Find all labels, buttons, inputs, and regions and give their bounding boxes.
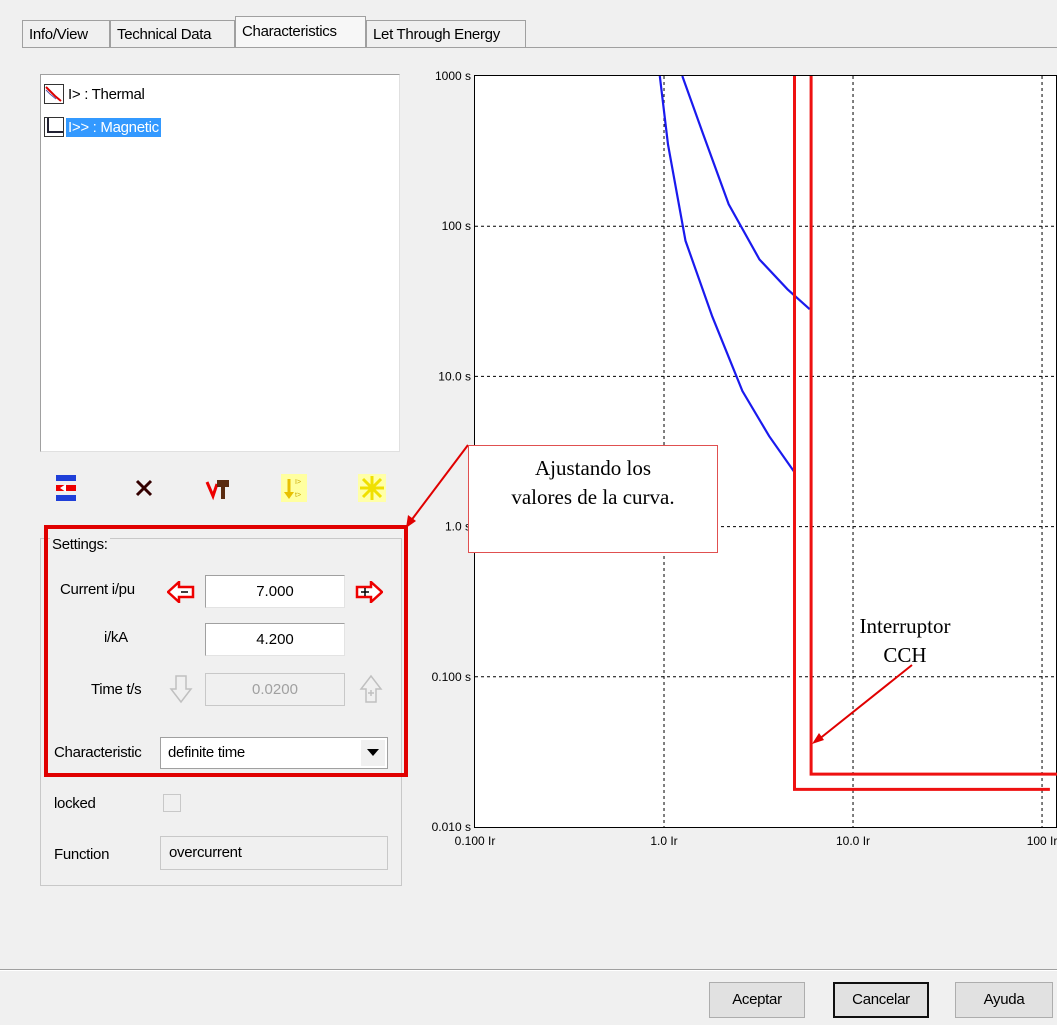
x-tick-label: 1.0 Ir [650,834,677,848]
new-button[interactable] [354,470,390,506]
locked-label: locked [54,795,96,812]
magnetic-curve-icon [44,117,64,137]
tree-item-label: I>> : Magnetic [66,117,161,137]
help-button[interactable]: Ayuda [955,982,1053,1018]
svg-text:I>: I> [295,479,301,486]
tab-panel-border [22,47,1057,48]
tripping-button[interactable]: I> t> [276,470,312,506]
tree-item-magnetic[interactable]: I>> : Magnetic [44,116,161,138]
delete-icon [135,479,153,497]
svg-text:t>: t> [295,492,301,499]
new-icon [358,474,386,502]
x-tick-label: 10.0 Ir [836,834,870,848]
delete-button[interactable] [126,470,162,506]
tree-item-label: I> : Thermal [68,85,145,103]
locked-checkbox[interactable] [163,794,181,812]
breaker-label-line: CCH [883,643,927,667]
tab-info-view[interactable]: Info/View [22,20,110,47]
y-axis-ticks: 1000 s100 s10.0 s1.0 s0.100 s0.010 s [432,69,471,834]
callout-line: Ajustando los [534,456,652,480]
tab-technical-data[interactable]: Technical Data [110,20,235,47]
breaker-label: Interruptor CCH [840,612,970,670]
callout-line: valores de la curva. [511,485,675,509]
insert-stage-button[interactable] [48,470,84,506]
callout-adjusting-values: Ajustando los valores de la curva. [468,445,718,553]
y-tick-label: 0.010 s [432,820,471,834]
accept-button[interactable]: Aceptar [709,982,805,1018]
characteristics-tree[interactable]: I> : Thermal I>> : Magnetic [40,74,400,452]
separator [0,970,1057,971]
tab-characteristics[interactable]: Characteristics [235,16,366,48]
y-tick-label: 0.100 s [432,670,471,684]
tab-let-through-energy[interactable]: Let Through Energy [366,20,526,47]
edit-button[interactable] [200,470,236,506]
y-tick-label: 1000 s [435,69,471,83]
function-field: overcurrent [160,836,388,870]
tree-item-thermal[interactable]: I> : Thermal [44,83,147,105]
insert-stage-icon [56,475,76,501]
cancel-button[interactable]: Cancelar [833,982,929,1018]
x-axis-ticks: 0.100 Ir 1.0 Ir 10.0 Ir 100 Ir [455,834,1057,848]
thermal-curve-icon [44,84,64,104]
x-tick-label: 0.100 Ir [455,834,496,848]
hammer-icon [205,480,229,501]
breaker-label-line: Interruptor [859,614,951,638]
settings-highlight-frame [44,525,408,777]
function-label: Function [54,846,110,863]
y-tick-label: 100 s [442,219,471,233]
tripping-icon: I> t> [281,474,307,502]
x-tick-label: 100 Ir [1027,834,1057,848]
y-tick-label: 10.0 s [438,369,471,383]
